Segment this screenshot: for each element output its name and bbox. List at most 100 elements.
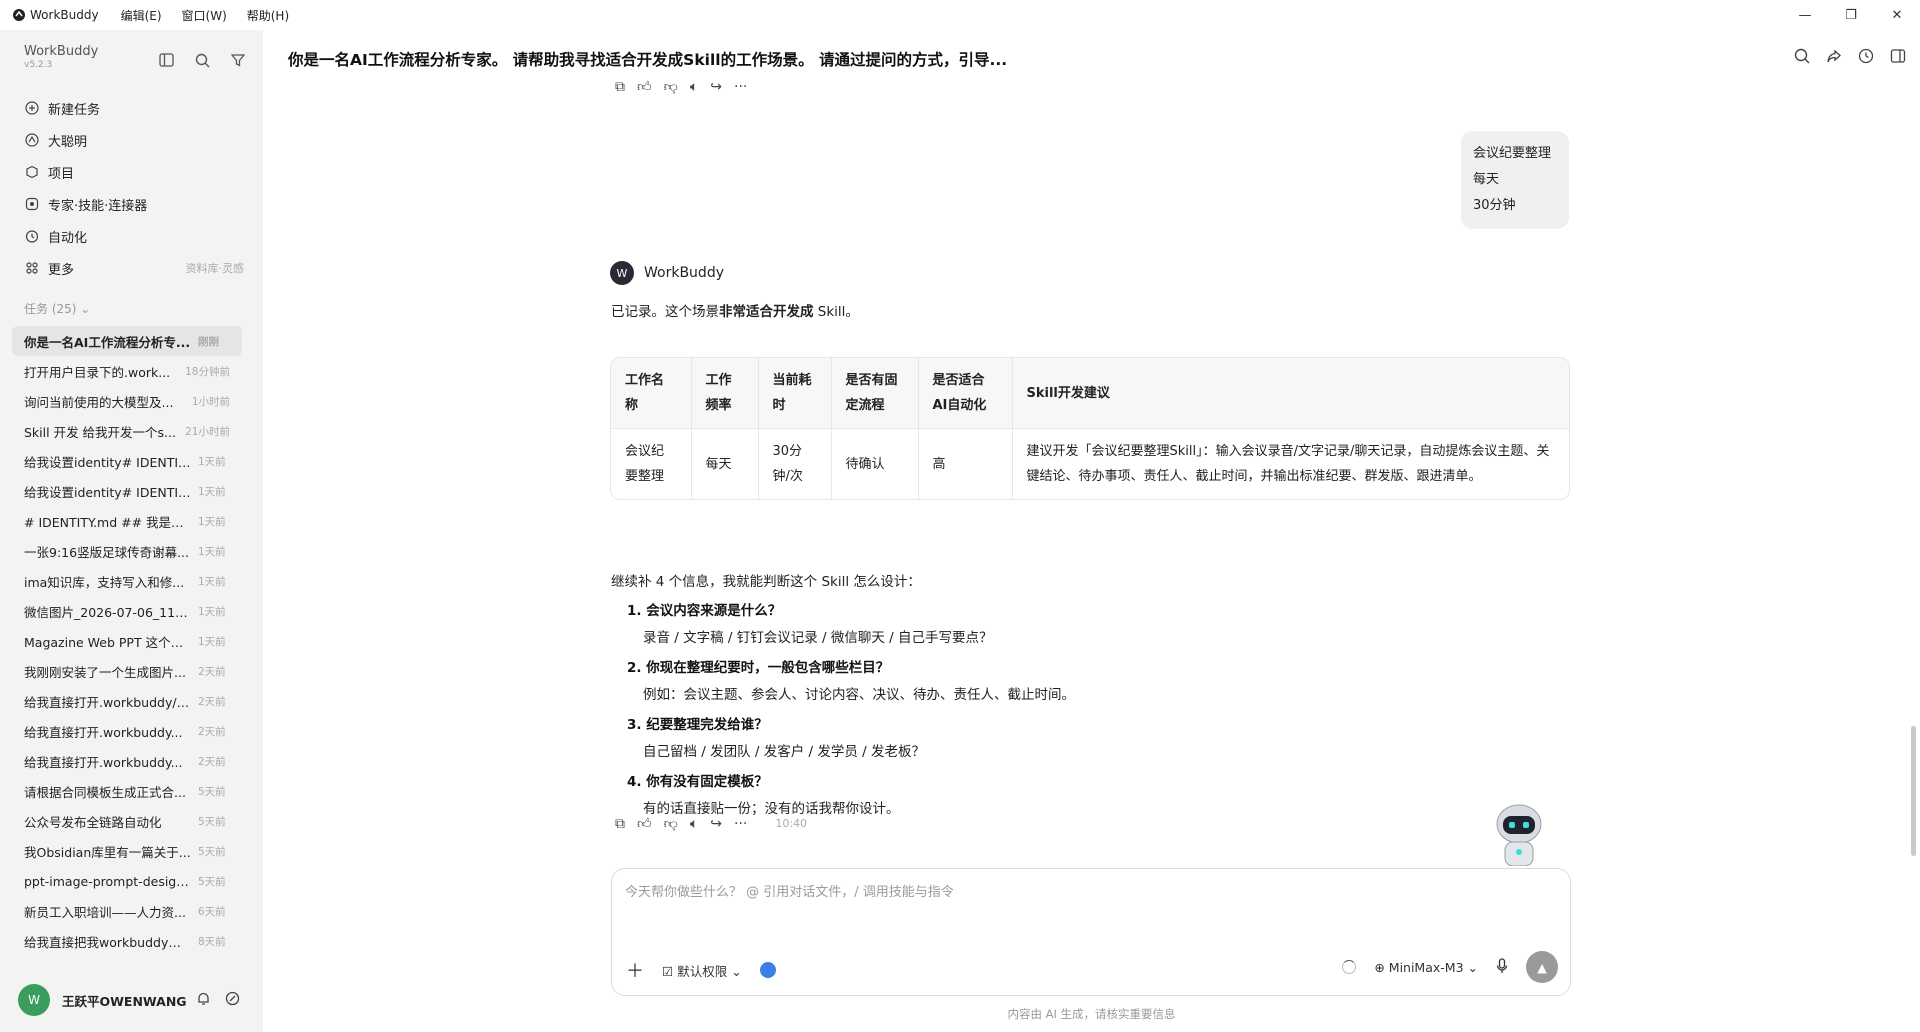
task-title: 我刚刚安装了一个生成图片... [24,664,186,680]
permission-dropdown[interactable]: ☑ 默认权限 ⌄ [662,961,742,980]
avatar[interactable]: W [18,984,50,1016]
nav-experts[interactable]: 专家·技能·连接器 [24,188,244,220]
bot-intro-pre: 已记录。这个场景 [611,304,719,320]
model-selector[interactable]: ⊕ MiniMax-M3 ⌄ [1374,960,1478,975]
project-icon [24,164,40,180]
like-icon[interactable]: 👍︎ [637,815,652,832]
robot-mascot-icon[interactable] [1485,800,1553,866]
message-composer[interactable]: 今天帮你做些什么？ @ 引用对话文件，/ 调用技能与指令 ＋ ☑ 默认权限 ⌄ … [611,868,1571,996]
task-item[interactable]: 你是一名AI工作流程分析专... 刚刚 [12,326,242,356]
task-time: 1天前 [198,605,226,618]
nav-label: 新建任务 [48,102,101,118]
agent-badge-icon[interactable] [759,962,776,978]
task-item[interactable]: 请根据合同模板生成正式合... 5天前 [12,776,242,806]
maximize-button[interactable]: ❐ [1828,0,1874,30]
task-time: 1天前 [198,575,226,588]
nav-more-hint[interactable]: 资料库·灵感 [186,260,245,276]
task-item[interactable]: 我Obsidian库里有一篇关于... 5天前 [12,836,242,866]
composer-input[interactable]: 今天帮你做些什么？ @ 引用对话文件，/ 调用技能与指令 [625,881,954,900]
speaker-icon[interactable]: 🔈︎ [690,79,698,95]
task-item[interactable]: 微信图片_2026-07-06_1143... 1天前 [12,596,242,626]
task-item[interactable]: 给我设置identity# IDENTIT... 1天前 [12,476,242,506]
globe-icon: ⊕ [1374,959,1385,975]
task-title: Skill 开发 给我开发一个s... [24,424,176,440]
user-name[interactable]: 王跃平OWENWANG [62,991,187,1010]
task-item[interactable]: ppt-image-prompt-design... 5天前 [12,866,242,896]
user-message: 会议纪要整理 每天 30分钟 [1461,131,1569,229]
filter-icon[interactable] [228,50,248,70]
task-item[interactable]: 公众号发布全链路自动化 5天前 [12,806,242,836]
bell-icon[interactable] [196,991,211,1010]
task-item[interactable]: Magazine Web PPT 这个技... 1天前 [12,626,242,656]
nav-new-task[interactable]: 新建任务 [24,92,244,124]
dislike-icon[interactable]: 👎︎ [664,78,678,95]
nav-projects[interactable]: 项目 [24,156,244,188]
task-title: 给我直接打开.workbuddy... [24,754,183,770]
brand-version: v5.2.3 [24,60,53,70]
table-header: 当前耗时 [758,358,832,429]
like-icon[interactable]: 👍︎ [637,78,652,95]
task-time: 刚刚 [198,335,219,348]
search-icon[interactable] [192,50,212,70]
nav-agent[interactable]: 大聪明 [24,124,244,156]
task-item[interactable]: 一张9:16竖版足球传奇谢幕... 1天前 [12,536,242,566]
table-header-row: 工作名称 工作频率 当前耗时 是否有固定流程 是否适合AI自动化 Skill开发… [611,358,1569,429]
message-actions: ⧉ 👍︎ 👎︎ 🔈︎ ↪ ··· 10:40 [615,815,807,833]
copy-icon[interactable]: ⧉ [615,816,625,832]
dislike-icon[interactable]: 👎︎ [664,815,678,832]
tasks-header[interactable]: 任务 (25) ⌄ [24,300,90,317]
more-icon[interactable]: ··· [734,79,747,95]
history-icon[interactable] [1858,48,1874,68]
nav-label: 专家·技能·连接器 [48,198,148,214]
nav-label: 自动化 [48,230,88,246]
send-arrow-icon: ▲ [1537,959,1547,975]
more-icon[interactable]: ··· [734,816,747,832]
search-icon[interactable] [1794,48,1810,68]
task-title: 微信图片_2026-07-06_1143... [24,604,192,620]
nav-more[interactable]: 更多 资料库·灵感 [24,252,244,284]
close-button[interactable]: ✕ [1874,0,1920,30]
chevron-down-icon: ⌄ [1467,959,1478,975]
menu-edit[interactable]: 编辑(E) [121,7,162,24]
task-item[interactable]: # IDENTITY.md ## 我是谁 ... 1天前 [12,506,242,536]
task-item[interactable]: 给我直接打开.workbuddy... 2天前 [12,716,242,746]
task-item[interactable]: ima知识库，支持写入和修... 1天前 [12,566,242,596]
task-item[interactable]: 给我直接打开.workbuddy... 2天前 [12,746,242,776]
nav-automation[interactable]: 自动化 [24,220,244,252]
minimize-button[interactable]: — [1782,0,1828,30]
task-item[interactable]: 给我设置identity# IDENTIT... 1天前 [12,446,242,476]
loading-spinner-icon [1342,960,1357,974]
menu-help[interactable]: 帮助(H) [247,7,289,24]
task-list: 你是一名AI工作流程分析专... 刚刚 打开用户目录下的.work... 18分钟前… [12,326,242,956]
send-button[interactable]: ▲ [1526,951,1558,983]
task-item[interactable]: 我刚刚安装了一个生成图片... 2天前 [12,656,242,686]
question-detail: 自己留档 / 发团队 / 发客户 / 发学员 / 发老板？ [643,744,926,760]
task-item[interactable]: 新员工入职培训——人力资... 6天前 [12,896,242,926]
question-title: 2. 你现在整理纪要时，一般包含哪些栏目？ [627,660,890,676]
speaker-icon[interactable]: 🔈︎ [690,816,698,832]
task-title: 给我直接打开.workbuddy/s... [24,694,192,710]
share-icon[interactable]: ↪ [710,79,722,95]
menu-window[interactable]: 窗口(W) [182,7,227,24]
sidebar-toggle-icon[interactable] [156,50,176,70]
task-title: 给我设置identity# IDENTIT... [24,454,192,470]
task-item[interactable]: 给我直接打开.workbuddy/s... 2天前 [12,686,242,716]
add-attachment-button[interactable]: ＋ [626,957,644,983]
task-time: 21小时前 [185,425,230,438]
scrollbar[interactable] [1911,726,1916,856]
task-item[interactable]: 打开用户目录下的.work... 18分钟前 [12,356,242,386]
microphone-icon[interactable] [1496,957,1508,977]
question-title: 1. 会议内容来源是什么？ [627,603,782,619]
task-item[interactable]: 给我直接把我workbuddy的... 8天前 [12,926,242,956]
share-icon[interactable] [1826,48,1842,68]
user-message-line: 30分钟 [1473,198,1516,213]
task-item[interactable]: 询问当前使用的大模型及... 1小时前 [12,386,242,416]
task-item[interactable]: Skill 开发 给我开发一个s... 21小时前 [12,416,242,446]
task-title: 打开用户目录下的.work... [24,364,171,380]
panel-toggle-icon[interactable] [1890,48,1906,68]
share-icon[interactable]: ↪ [710,816,722,832]
settings-icon[interactable] [225,991,240,1010]
nav-label: 项目 [48,166,75,182]
copy-icon[interactable]: ⧉ [615,79,625,95]
table-cell: 建议开发「会议纪要整理Skill」：输入会议录音/文字记录/聊天记录，自动提炼会… [1012,428,1569,499]
